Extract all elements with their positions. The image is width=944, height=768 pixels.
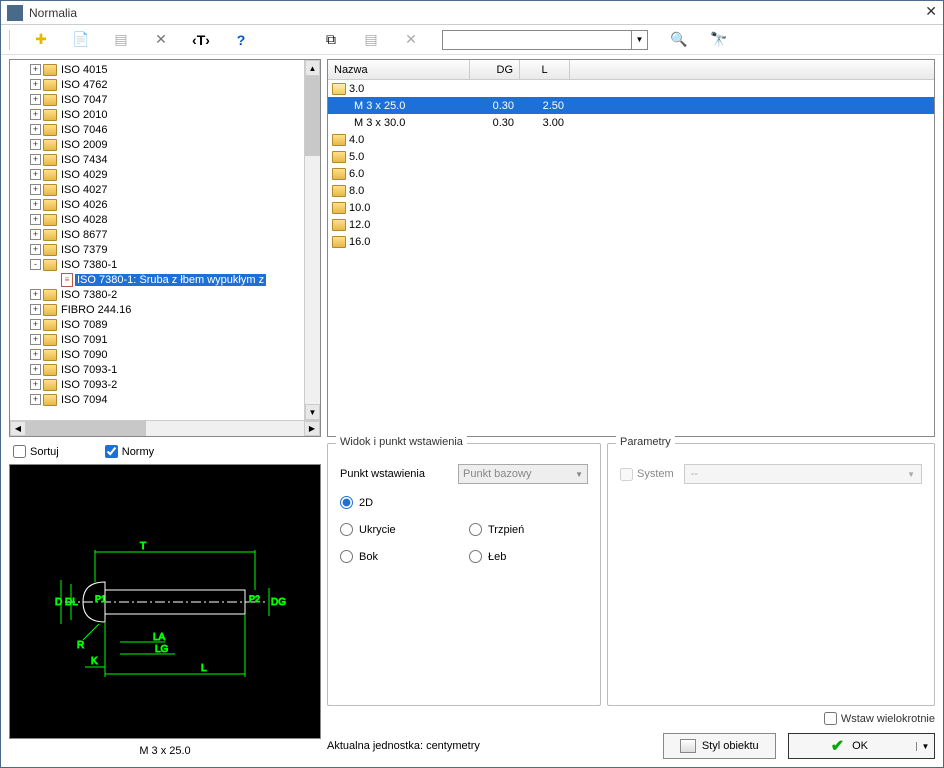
style-icon bbox=[680, 739, 696, 753]
tree-item[interactable]: +ISO 7046 bbox=[10, 122, 304, 137]
group-params: Parametry System --▼ bbox=[607, 443, 935, 706]
ok-dropdown[interactable]: ▼ bbox=[916, 742, 934, 751]
tree-h-scrollbar[interactable]: ◀ ▶ bbox=[10, 420, 320, 436]
tree-item[interactable]: +ISO 7379 bbox=[10, 242, 304, 257]
help-icon[interactable]: ? bbox=[232, 31, 250, 49]
tree-item[interactable]: +ISO 7090 bbox=[10, 347, 304, 362]
toolbar: ✚ 📄 ▤ ✕ ‹T› ? ⧉ ▤ ✕ ▼ 🔍 🔭 bbox=[1, 25, 943, 55]
tree-item[interactable]: +ISO 7093-2 bbox=[10, 377, 304, 392]
list-row[interactable]: 12.0 bbox=[328, 216, 934, 233]
binoculars-icon[interactable]: 🔭 bbox=[710, 31, 728, 49]
tree-v-scrollbar[interactable]: ▲ ▼ bbox=[304, 60, 320, 420]
tree-item[interactable]: +ISO 7093-1 bbox=[10, 362, 304, 377]
svg-text:L: L bbox=[201, 663, 207, 674]
tree-item[interactable]: ≡ISO 7380-1: Śruba z łbem wypukłym z bbox=[10, 272, 304, 287]
svg-text:D: D bbox=[55, 597, 62, 608]
svg-text:K: K bbox=[91, 656, 98, 667]
system-checkbox: System bbox=[620, 468, 674, 481]
col-l[interactable]: L bbox=[520, 60, 570, 79]
tree-item[interactable]: +ISO 4015 bbox=[10, 62, 304, 77]
list-row[interactable]: 16.0 bbox=[328, 233, 934, 250]
list-row[interactable]: 10.0 bbox=[328, 199, 934, 216]
tree-item[interactable]: +ISO 4762 bbox=[10, 77, 304, 92]
list-icon[interactable]: ▤ bbox=[112, 31, 130, 49]
tree-item[interactable]: +FIBRO 244.16 bbox=[10, 302, 304, 317]
tree-item[interactable]: +ISO 4027 bbox=[10, 182, 304, 197]
svg-text:LG: LG bbox=[155, 644, 169, 655]
sort-checkbox[interactable]: Sortuj bbox=[13, 445, 59, 458]
close-icon[interactable]: ✕ bbox=[925, 4, 937, 21]
col-dg[interactable]: DG bbox=[470, 60, 520, 79]
tree-item[interactable]: +ISO 7047 bbox=[10, 92, 304, 107]
radio-bok[interactable]: Bok bbox=[340, 550, 459, 563]
delete-icon[interactable]: ✕ bbox=[402, 31, 420, 49]
preview-caption: M 3 x 25.0 bbox=[9, 743, 321, 759]
svg-text:LA: LA bbox=[153, 632, 166, 643]
punkt-label: Punkt wstawienia bbox=[340, 468, 450, 480]
radio-ukrycie[interactable]: Ukrycie bbox=[340, 523, 459, 536]
svg-text:T: T bbox=[140, 541, 146, 552]
copy-icon[interactable]: ⧉ bbox=[322, 31, 340, 49]
style-button[interactable]: Styl obiektu bbox=[663, 733, 776, 759]
window-title: Normalia bbox=[29, 6, 77, 20]
list-row[interactable]: M 3 x 30.00.303.00 bbox=[328, 114, 934, 131]
tools-icon[interactable]: ✕ bbox=[152, 31, 170, 49]
punkt-select[interactable]: Punkt bazowy▼ bbox=[458, 464, 588, 484]
norms-checkbox[interactable]: Normy bbox=[105, 445, 154, 458]
svg-text:R: R bbox=[77, 640, 84, 651]
svg-text:DG: DG bbox=[271, 597, 286, 608]
tree-item[interactable]: +ISO 7089 bbox=[10, 317, 304, 332]
list-row[interactable]: 8.0 bbox=[328, 182, 934, 199]
app-icon bbox=[7, 5, 23, 21]
search-input[interactable] bbox=[442, 30, 632, 50]
tree-item[interactable]: +ISO 7380-2 bbox=[10, 287, 304, 302]
tree-item[interactable]: +ISO 2009 bbox=[10, 137, 304, 152]
doc-icon[interactable]: 📄 bbox=[72, 31, 90, 49]
col-name[interactable]: Nazwa bbox=[328, 60, 470, 79]
group-widok-title: Widok i punkt wstawienia bbox=[336, 436, 467, 448]
tree-item[interactable]: +ISO 2010 bbox=[10, 107, 304, 122]
list-header: Nazwa DG L bbox=[328, 60, 934, 80]
radio-leb[interactable]: Łeb bbox=[469, 550, 588, 563]
tag-icon[interactable]: ‹T› bbox=[192, 31, 210, 49]
plus-icon[interactable]: ✚ bbox=[32, 31, 50, 49]
list2-icon[interactable]: ▤ bbox=[362, 31, 380, 49]
tree-item[interactable]: +ISO 4028 bbox=[10, 212, 304, 227]
titlebar: Normalia ✕ bbox=[1, 1, 943, 25]
group-params-title: Parametry bbox=[616, 436, 675, 448]
group-widok: Widok i punkt wstawienia Punkt wstawieni… bbox=[327, 443, 601, 706]
tree-item[interactable]: +ISO 8677 bbox=[10, 227, 304, 242]
list-row[interactable]: 4.0 bbox=[328, 131, 934, 148]
list-panel: Nazwa DG L 3.0M 3 x 25.00.302.50M 3 x 30… bbox=[327, 59, 935, 437]
svg-text:P2: P2 bbox=[249, 594, 260, 604]
tree-item[interactable]: +ISO 4026 bbox=[10, 197, 304, 212]
radio-trzpien[interactable]: Trzpień bbox=[469, 523, 588, 536]
tree-panel: +ISO 4015+ISO 4762+ISO 7047+ISO 2010+ISO… bbox=[9, 59, 321, 437]
search-icon[interactable]: 🔍 bbox=[670, 31, 688, 49]
tree-item[interactable]: +ISO 4029 bbox=[10, 167, 304, 182]
wstaw-checkbox[interactable]: Wstaw wielokrotnie bbox=[824, 712, 935, 725]
preview: T D DL P1 P2 DG bbox=[9, 464, 321, 739]
tree-item[interactable]: +ISO 7434 bbox=[10, 152, 304, 167]
tree-item[interactable]: +ISO 7091 bbox=[10, 332, 304, 347]
list-row[interactable]: 5.0 bbox=[328, 148, 934, 165]
ok-button[interactable]: ✔OK ▼ bbox=[788, 733, 935, 759]
unit-label: Aktualna jednostka: centymetry bbox=[327, 740, 651, 752]
tree-item[interactable]: +ISO 7094 bbox=[10, 392, 304, 407]
params-select: --▼ bbox=[684, 464, 922, 484]
radio-2d[interactable]: 2D bbox=[340, 496, 459, 509]
list-row[interactable]: 3.0 bbox=[328, 80, 934, 97]
list-row[interactable]: 6.0 bbox=[328, 165, 934, 182]
search-dropdown[interactable]: ▼ bbox=[632, 30, 648, 50]
tree-item[interactable]: -ISO 7380-1 bbox=[10, 257, 304, 272]
list-row[interactable]: M 3 x 25.00.302.50 bbox=[328, 97, 934, 114]
svg-text:P1: P1 bbox=[95, 594, 106, 604]
svg-text:DL: DL bbox=[65, 597, 78, 608]
